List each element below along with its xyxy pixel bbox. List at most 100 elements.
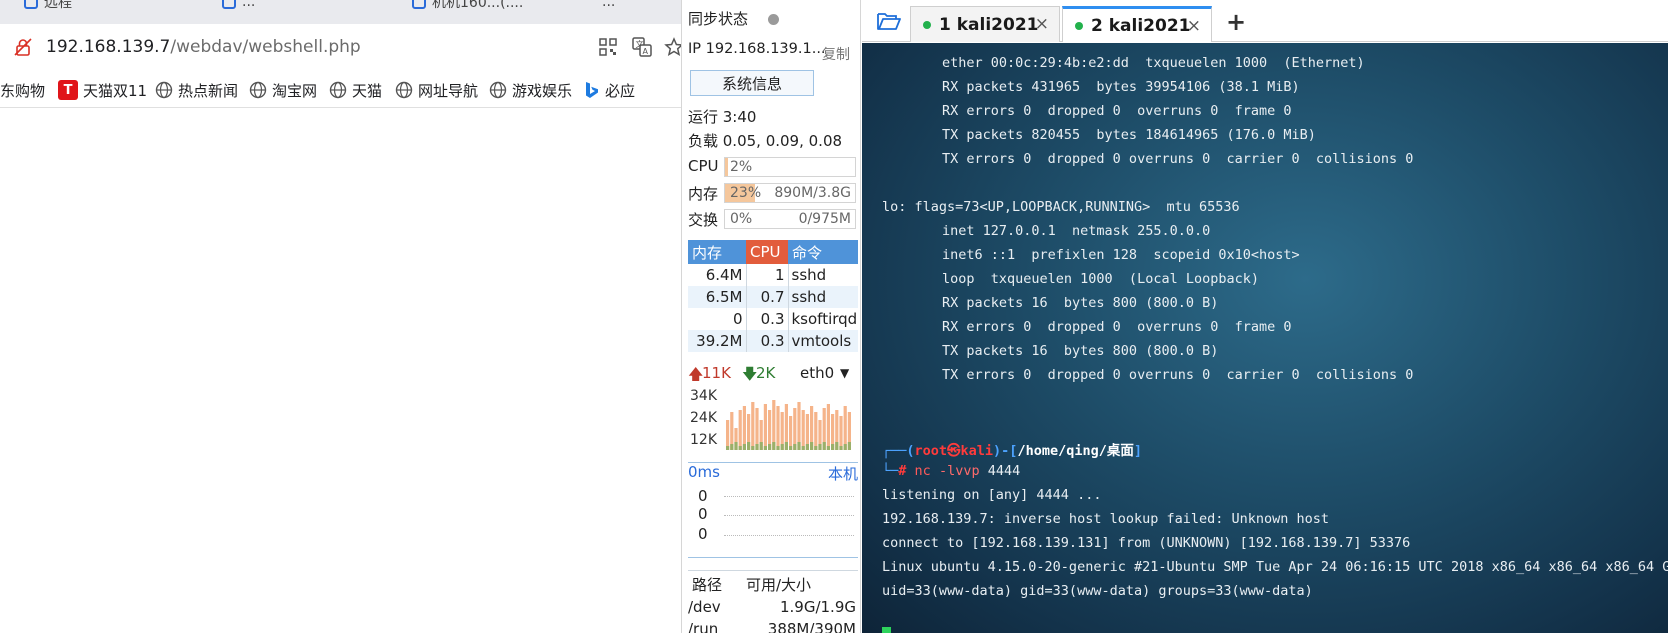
browser-tab[interactable]: ...: [602, 0, 615, 13]
memory-usage-amount: 890M/3.8G: [774, 185, 851, 201]
translate-icon[interactable]: 文 A: [632, 37, 652, 57]
ping-gridline: [724, 496, 854, 497]
net-upload-bar: [826, 404, 830, 450]
process-cpu: 1: [745, 264, 788, 286]
swap-usage-amount: 0/975M: [798, 211, 851, 227]
tab-title: 远程: [44, 0, 72, 11]
bookmark-item[interactable]: 淘宝网: [249, 80, 317, 100]
bookmark-label: 游戏娱乐: [512, 81, 573, 100]
terminal-line: inet6 ::1 prefixlen 128 scopeid 0x10<hos…: [942, 247, 1300, 263]
globe-icon: [249, 81, 267, 99]
disk-column-size[interactable]: 可用/大小: [746, 574, 811, 595]
process-command: sshd: [787, 286, 858, 308]
net-download-bar: [784, 442, 788, 450]
bookmark-item[interactable]: 东购物: [0, 80, 45, 100]
cpu-usage-percent: 2%: [730, 159, 753, 175]
ping-latency: 0ms: [688, 463, 720, 481]
bookmark-label: 网址导航: [418, 81, 479, 100]
process-row[interactable]: 0 0.3 ksoftirqd: [688, 308, 858, 330]
net-tick-label: 24K: [690, 410, 718, 426]
not-secure-lock-icon[interactable]: [14, 38, 32, 56]
qr-code-icon[interactable]: [599, 38, 617, 56]
process-command: sshd: [787, 264, 858, 286]
bookmark-item[interactable]: T 天猫双11: [58, 80, 147, 100]
connected-status-dot: [1075, 21, 1083, 30]
system-info-button[interactable]: 系统信息: [690, 70, 814, 96]
terminal-line: RX errors 0 dropped 0 overruns 0 frame 0: [942, 103, 1292, 119]
bookmark-label: 天猫: [352, 81, 383, 100]
net-download-bar: [801, 446, 805, 450]
tab-title: ...: [242, 0, 256, 10]
net-upload-bar: [839, 416, 843, 450]
process-row[interactable]: 6.4M 1 sshd: [688, 264, 858, 286]
terminal-line: RX packets 431965 bytes 39954106 (38.1 M…: [942, 79, 1300, 95]
cpu-usage-fill: [725, 158, 728, 176]
process-row[interactable]: 39.2M 0.3 vmtools: [688, 330, 858, 352]
process-command: vmtools: [787, 330, 858, 352]
net-download-bar: [768, 444, 772, 450]
net-download-bar: [755, 444, 759, 450]
net-download-bar: [805, 444, 809, 450]
net-upload-bar: [742, 406, 746, 450]
terminal-cursor: [882, 627, 891, 633]
process-cpu: 0.3: [745, 308, 788, 330]
net-download-bar: [780, 444, 784, 450]
process-column-memory[interactable]: 内存: [688, 240, 746, 264]
browser-window: 远程 ... 机机160...(.... ... 192.168.139.7/w…: [0, 0, 684, 633]
process-column-command[interactable]: 命令: [788, 240, 858, 264]
disk-column-path[interactable]: 路径: [692, 574, 722, 595]
tab-title: ...: [602, 0, 616, 10]
terminal-output-line: listening on [any] 4444 ...: [882, 487, 1102, 503]
net-tick-label: 12K: [690, 432, 718, 448]
process-column-cpu[interactable]: CPU: [746, 240, 788, 264]
process-cpu: 0.3: [745, 330, 788, 352]
terminal-line: TX errors 0 dropped 0 overruns 0 carrier…: [942, 151, 1414, 167]
terminal-tab-1[interactable]: 1 kali2021 ×: [910, 6, 1060, 42]
browser-tab[interactable]: 机机160...(....: [412, 0, 523, 13]
chevron-down-icon[interactable]: ▼: [840, 366, 849, 380]
net-upload-bar: [843, 406, 847, 450]
command-name: nc: [914, 463, 931, 479]
command-option: -lvvp: [938, 463, 980, 479]
bookmarks-bar: 东购物 T 天猫双11 热点新闻 淘宝网 天猫 网址导航 游戏娱乐 必应: [0, 72, 682, 108]
terminal-tab-label: 2 kali2021: [1091, 15, 1191, 36]
browser-tab[interactable]: 远程: [24, 0, 72, 13]
bookmark-item[interactable]: 游戏娱乐: [489, 80, 572, 100]
sync-status-label: 同步状态: [688, 10, 749, 28]
network-traffic-chart: 34K 24K 12K: [690, 388, 851, 450]
url-text[interactable]: 192.168.139.7/webdav/webshell.php: [46, 37, 361, 57]
copy-ip-button[interactable]: 复制: [822, 44, 850, 64]
disk-size: 1.9G/1.9G: [779, 598, 856, 616]
terminal-screen[interactable]: ether 00:0c:29:4b:e2:dd txqueuelen 1000 …: [862, 43, 1668, 633]
terminal-tab-2[interactable]: 2 kali2021 ×: [1062, 6, 1212, 42]
connected-status-dot: [923, 20, 931, 29]
process-command: ksoftirqd: [787, 308, 858, 330]
ping-target-select[interactable]: 本机: [828, 463, 858, 484]
shell-prompt: ┌──(root㉿kali)-[/home/qing/桌面]: [882, 443, 1142, 459]
net-download-bar: [826, 446, 830, 450]
net-download-bar: [776, 446, 780, 450]
uptime: 运行 3:40: [688, 108, 757, 126]
bookmark-item[interactable]: 网址导航: [395, 80, 478, 100]
terminal-output-line: 192.168.139.7: inverse host lookup faile…: [882, 511, 1330, 527]
folder-open-icon[interactable]: [876, 10, 902, 32]
bookmark-item[interactable]: 热点新闻: [155, 80, 238, 100]
ping-gridline: [724, 535, 854, 536]
network-interface-select[interactable]: eth0: [800, 364, 834, 382]
process-row[interactable]: 6.5M 0.7 sshd: [688, 286, 858, 308]
bookmark-label: 必应: [605, 81, 636, 100]
swap-usage-percent: 0%: [730, 211, 753, 227]
bookmark-item[interactable]: 天猫: [329, 80, 382, 100]
browser-tab[interactable]: ...: [222, 0, 255, 13]
add-tab-button[interactable]: +: [1226, 8, 1246, 36]
close-tab-icon[interactable]: ×: [1187, 16, 1201, 36]
process-memory: 6.4M: [688, 264, 746, 286]
bookmark-item[interactable]: 必应: [584, 80, 635, 100]
url-path: /webdav/webshell.php: [170, 37, 361, 57]
command-argument: 4444: [987, 463, 1021, 479]
net-download-bar: [759, 442, 763, 450]
address-bar[interactable]: 192.168.139.7/webdav/webshell.php 文 A: [0, 24, 684, 70]
close-tab-icon[interactable]: ×: [1035, 14, 1049, 34]
disk-size: 388M/390M: [767, 620, 856, 633]
page-content: [0, 108, 682, 633]
